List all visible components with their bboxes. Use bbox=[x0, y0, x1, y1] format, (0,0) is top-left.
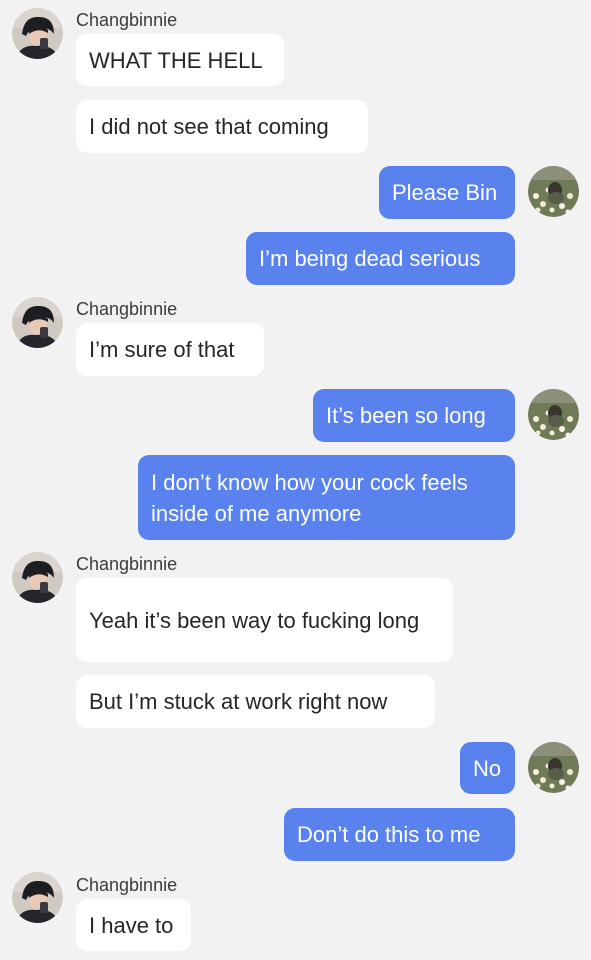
self-avatar[interactable] bbox=[528, 389, 579, 440]
self-avatar-icon bbox=[528, 742, 579, 793]
contact-avatar[interactable] bbox=[12, 872, 63, 923]
message-bubble-outgoing[interactable]: It’s been so long bbox=[313, 389, 515, 442]
sender-name: Changbinnie bbox=[76, 554, 178, 574]
sender-name: Changbinnie bbox=[76, 299, 178, 319]
message-bubble-incoming[interactable]: WHAT THE HELL bbox=[76, 34, 284, 86]
contact-avatar-icon bbox=[12, 8, 63, 59]
message-bubble-incoming[interactable]: Yeah it’s been way to fucking long bbox=[76, 578, 453, 662]
sender-name: Changbinnie bbox=[76, 10, 178, 30]
self-avatar-icon bbox=[528, 389, 579, 440]
message-bubble-outgoing[interactable]: Don’t do this to me bbox=[284, 808, 515, 861]
self-avatar[interactable] bbox=[528, 742, 579, 793]
sender-name: Changbinnie bbox=[76, 875, 178, 895]
message-bubble-incoming[interactable]: But I’m stuck at work right now bbox=[76, 675, 435, 728]
message-bubble-incoming[interactable]: I have to bbox=[76, 899, 191, 951]
contact-avatar[interactable] bbox=[12, 552, 63, 603]
message-bubble-outgoing[interactable]: Please Bin bbox=[379, 166, 515, 219]
message-bubble-incoming[interactable]: I’m sure of that bbox=[76, 323, 264, 376]
contact-avatar-icon bbox=[12, 552, 63, 603]
message-bubble-outgoing[interactable]: I’m being dead serious bbox=[246, 232, 515, 285]
message-bubble-outgoing[interactable]: I don’t know how your cock feels inside … bbox=[138, 455, 515, 540]
contact-avatar[interactable] bbox=[12, 8, 63, 59]
contact-avatar[interactable] bbox=[12, 297, 63, 348]
message-bubble-outgoing[interactable]: No bbox=[460, 742, 515, 794]
contact-avatar-icon bbox=[12, 872, 63, 923]
contact-avatar-icon bbox=[12, 297, 63, 348]
self-avatar[interactable] bbox=[528, 166, 579, 217]
self-avatar-icon bbox=[528, 166, 579, 217]
message-bubble-incoming[interactable]: I did not see that coming bbox=[76, 100, 368, 153]
